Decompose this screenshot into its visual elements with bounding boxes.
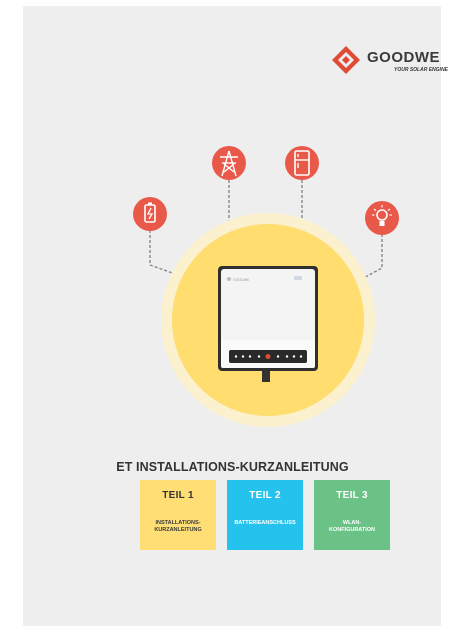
part-2-description-text: BATTERIEANSCHLUSS [234, 520, 296, 526]
part-2-label: TEIL 2 [249, 490, 281, 501]
part-3-card[interactable]: TEIL 3 WLAN- KONFIGURATION [314, 480, 390, 550]
battery-icon [133, 197, 167, 231]
refrigerator-icon [285, 146, 319, 180]
part-3-label: TEIL 3 [336, 490, 368, 501]
power-pylon-icon [212, 146, 246, 180]
light-bulb-icon [365, 201, 399, 235]
part-2-card[interactable]: TEIL 2 BATTERIEANSCHLUSS [227, 480, 303, 550]
part-3-description: WLAN- KONFIGURATION [316, 520, 388, 534]
inverter-brand-label: GOODWE [233, 278, 250, 282]
part-1-description: INSTALLATIONS- KURZANLEITUNG [142, 520, 214, 534]
part-2-description: BATTERIEANSCHLUSS [229, 520, 301, 527]
part-1-card[interactable]: TEIL 1 INSTALLATIONS- KURZANLEITUNG [140, 480, 216, 550]
part-1-description-text: INSTALLATIONS- KURZANLEITUNG [154, 520, 202, 533]
part-3-description-text: WLAN- KONFIGURATION [328, 520, 376, 533]
part-1-label: TEIL 1 [162, 490, 194, 501]
inverter-device: GOODWE [218, 266, 318, 382]
guide-title: ET INSTALLATIONS-KURZANLEITUNG [116, 460, 349, 474]
